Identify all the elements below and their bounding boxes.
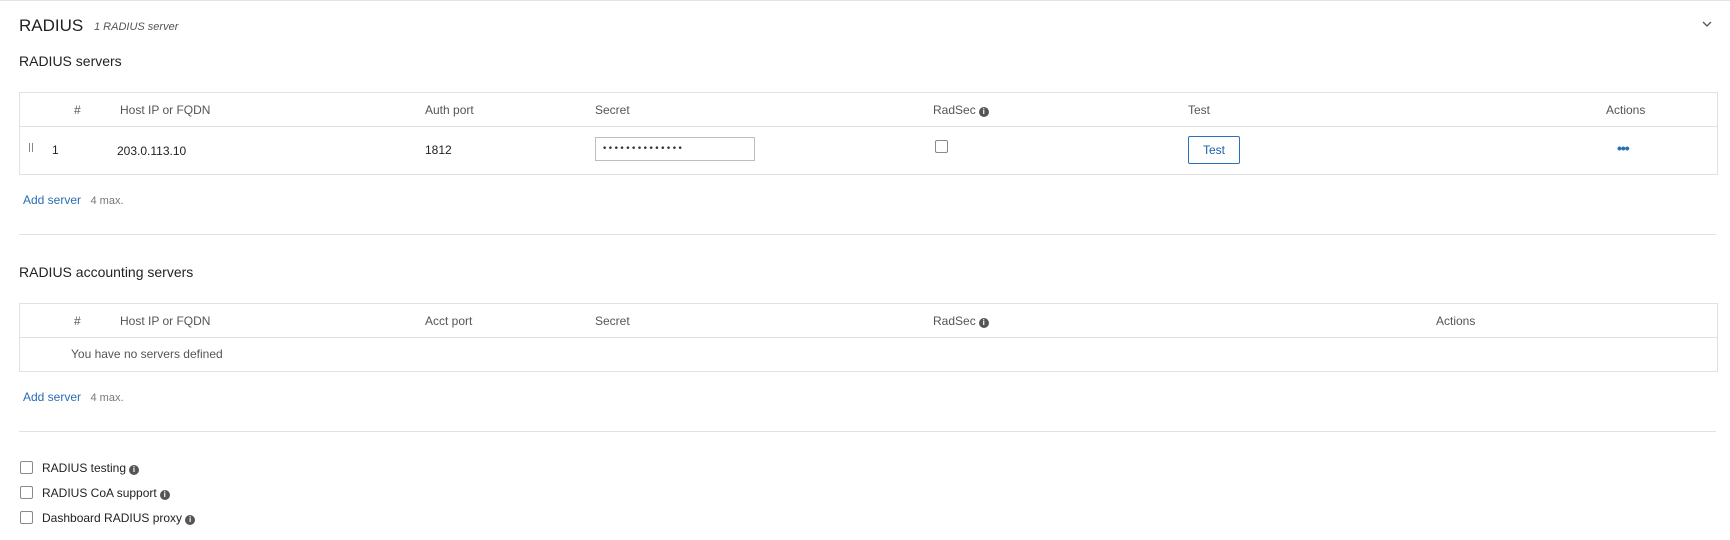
column-header-radsec: RadSec i (933, 103, 989, 117)
radsec-checkbox[interactable] (935, 140, 948, 153)
row-index: 1 (52, 143, 59, 157)
auth-port-value[interactable]: 1812 (425, 143, 452, 157)
column-header-secret: Secret (595, 103, 630, 117)
column-header-host: Host IP or FQDN (120, 314, 211, 328)
column-header-index: # (74, 103, 81, 117)
dashboard-radius-proxy-label: Dashboard RADIUS proxy (42, 511, 183, 525)
add-server-link[interactable]: Add server (23, 193, 81, 207)
column-header-radsec: RadSec i (933, 314, 989, 328)
test-button[interactable]: Test (1188, 136, 1240, 164)
divider (19, 431, 1716, 432)
radius-testing-checkbox[interactable] (20, 461, 33, 474)
column-header-test: Test (1188, 103, 1211, 117)
table-header: # Host IP or FQDN Auth port Secret RadSe… (20, 93, 1717, 127)
info-icon[interactable]: i (129, 465, 140, 475)
dashboard-radius-proxy-checkbox[interactable] (20, 511, 33, 524)
add-radius-server-row: Add server 4 max. (23, 191, 124, 209)
more-actions-icon[interactable]: ••• (1617, 140, 1630, 156)
radius-testing-label: RADIUS testing (42, 461, 127, 475)
info-icon[interactable]: i (978, 318, 989, 328)
empty-state-message: You have no servers defined (71, 347, 223, 361)
radius-servers-table: # Host IP or FQDN Auth port Secret RadSe… (19, 92, 1718, 175)
radius-servers-heading: RADIUS servers (19, 53, 122, 69)
divider (19, 234, 1716, 235)
table-header: # Host IP or FQDN Acct port Secret RadSe… (20, 304, 1717, 338)
section-title: RADIUS (19, 16, 84, 35)
info-icon[interactable]: i (185, 515, 196, 525)
add-accounting-server-row: Add server 4 max. (23, 388, 124, 406)
info-icon[interactable]: i (159, 490, 170, 500)
radius-coa-label: RADIUS CoA support (42, 486, 157, 500)
column-header-actions: Actions (1606, 103, 1646, 117)
option-label-row: Dashboard RADIUS proxy i (42, 511, 196, 525)
add-server-link[interactable]: Add server (23, 390, 81, 404)
chevron-down-icon[interactable] (1701, 18, 1713, 30)
host-value[interactable]: 203.0.113.10 (117, 144, 186, 158)
top-border (0, 0, 1730, 1)
drag-handle-icon[interactable] (29, 143, 33, 152)
radsec-label: RadSec (933, 314, 976, 328)
max-servers-note: 4 max. (90, 195, 124, 207)
column-header-index: # (74, 314, 81, 328)
accounting-servers-table: # Host IP or FQDN Acct port Secret RadSe… (19, 303, 1718, 372)
column-header-secret: Secret (595, 314, 630, 328)
column-header-auth-port: Auth port (425, 103, 474, 117)
option-label-row: RADIUS CoA support i (42, 486, 170, 500)
radsec-label: RadSec (933, 103, 976, 117)
max-servers-note: 4 max. (90, 392, 124, 404)
secret-input[interactable]: •••••••••••••• (595, 137, 755, 161)
radius-coa-checkbox[interactable] (20, 486, 33, 499)
column-header-actions: Actions (1436, 314, 1476, 328)
accounting-servers-heading: RADIUS accounting servers (19, 264, 194, 280)
column-header-acct-port: Acct port (425, 314, 473, 328)
info-icon[interactable]: i (978, 107, 989, 117)
column-header-host: Host IP or FQDN (120, 103, 211, 117)
section-subtitle: 1 RADIUS server (94, 21, 179, 33)
option-label-row: RADIUS testing i (42, 461, 140, 475)
